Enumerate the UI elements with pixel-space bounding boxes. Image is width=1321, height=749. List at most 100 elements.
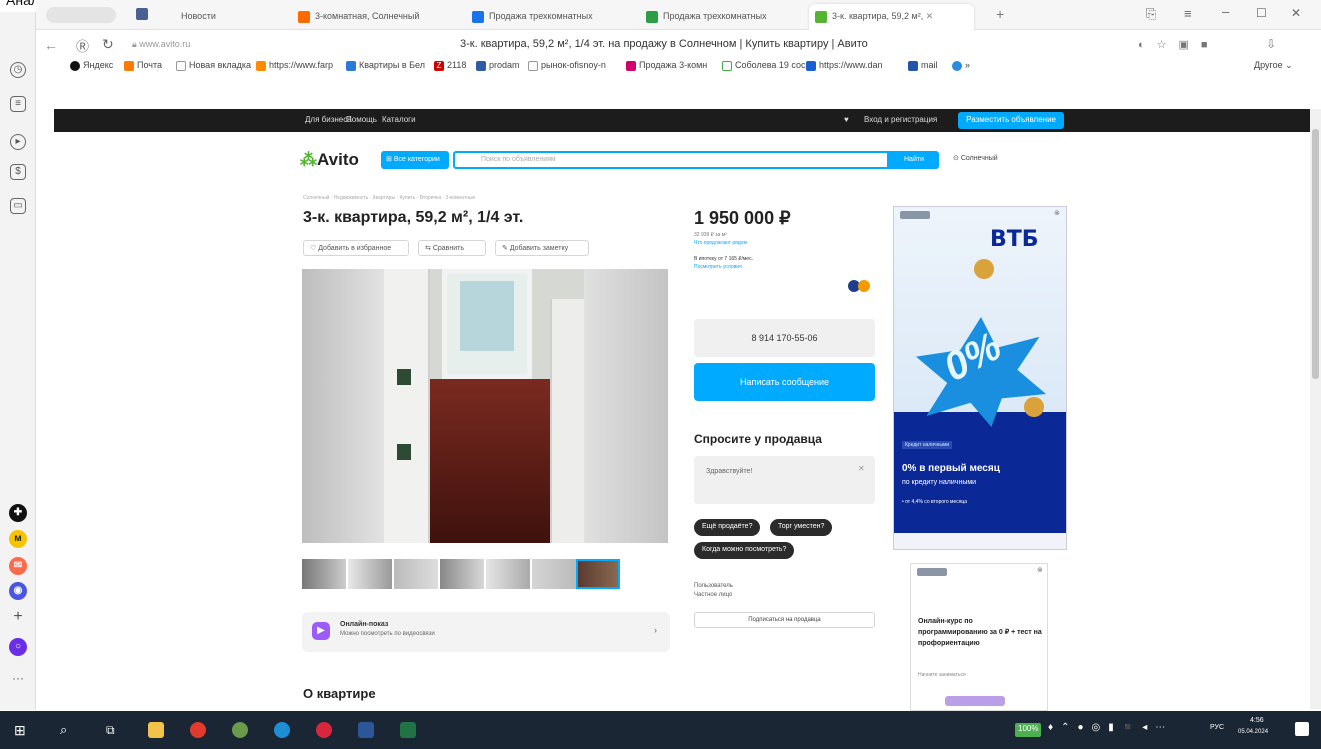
edge-icon[interactable] [274, 722, 290, 738]
search-input[interactable]: Поиск по объявлениям [453, 151, 889, 169]
extensions-icon[interactable]: ◐☆▣■ [1138, 38, 1220, 51]
course-ad-banner[interactable]: ⊗ Онлайн-курс по программированию за 0 ₽… [910, 563, 1048, 711]
bookmark-item[interactable]: mail [908, 60, 938, 71]
task-view-icon[interactable]: ⧉ [106, 722, 122, 738]
bookmark-item[interactable]: https://www.farp [256, 60, 333, 71]
gallery-icon[interactable]: ▭ [10, 198, 26, 214]
seller-name[interactable]: Частное лицо [694, 592, 732, 598]
word-icon[interactable] [358, 722, 374, 738]
bookmark-item[interactable]: » [952, 60, 970, 71]
all-categories-button[interactable]: ⊞ Все категории [381, 151, 449, 169]
excel-icon[interactable] [400, 722, 416, 738]
login-link[interactable]: Вход и регистрация [864, 115, 937, 124]
price-compare-link[interactable]: Что предлагают рядом [694, 240, 747, 246]
tab-listing-3[interactable]: Продажа трехкомнатных [646, 6, 806, 26]
quick-question-bargain[interactable]: Торг уместен? [770, 519, 833, 536]
maximize-icon[interactable]: ☐ [1256, 6, 1267, 20]
ad-close-icon[interactable]: ⊗ [1054, 209, 1060, 217]
add-icon[interactable]: + [10, 609, 26, 626]
zoom-indicator[interactable]: 100% [1015, 723, 1042, 737]
language-indicator[interactable]: РУС [1210, 724, 1224, 731]
window-close-icon[interactable]: ✕ [1291, 6, 1301, 20]
tab-news[interactable]: Новости [181, 6, 261, 26]
clear-icon[interactable]: ✕ [858, 464, 865, 473]
avito-logo[interactable]: ⁂Avito [300, 150, 359, 170]
explorer-icon[interactable] [148, 722, 164, 738]
bookmark-item[interactable]: Яндекс [70, 60, 113, 71]
reload-icon[interactable]: ↻ [102, 36, 114, 53]
url-field[interactable]: 🔒︎ www.avito.ru [132, 39, 190, 50]
topbar-business-link[interactable]: Для бизнеса [305, 115, 352, 124]
search-icon[interactable]: ⌕ [60, 722, 76, 738]
thumbnail[interactable] [440, 559, 484, 589]
scrollbar-thumb[interactable] [1312, 129, 1319, 379]
tray-icons[interactable]: ♦⌃●◎▮◾◂⋯ [1048, 722, 1173, 733]
topbar-help-link[interactable]: Помощь [346, 115, 377, 124]
quick-question-viewing[interactable]: Когда можно посмотреть? [694, 542, 795, 559]
bookmarks-other[interactable]: Другое ⌄ [1254, 60, 1293, 71]
online-showing-banner[interactable]: ▶ Онлайн-показ Можно посмотреть по видео… [302, 612, 670, 652]
thumbnail-active[interactable] [576, 559, 620, 589]
alice-icon[interactable]: ✚ [9, 504, 27, 522]
bookmark-item[interactable]: prodam [476, 60, 520, 71]
thumbnail[interactable] [486, 559, 530, 589]
new-tab-icon[interactable]: + [996, 6, 1004, 22]
bookmark-item[interactable]: Квартиры в Бел [346, 60, 425, 71]
bookmark-item[interactable]: Соболева 19 сос [722, 60, 806, 71]
mail-icon[interactable]: ✉ [9, 557, 27, 575]
app-icon[interactable] [316, 722, 332, 738]
compare-button[interactable]: ⇆ Сравнить [418, 240, 486, 256]
windows-start-icon[interactable]: ⊞ [14, 722, 30, 738]
clock-icon[interactable]: ◷ [10, 62, 26, 78]
location-link[interactable]: ⊙ Солнечный [953, 154, 998, 162]
tabs-icon[interactable] [136, 8, 148, 20]
bookmark-item[interactable]: Z 2118 [434, 60, 466, 71]
yandex-browser-icon[interactable] [190, 722, 206, 738]
vtb-ad-banner[interactable]: ⊗ ВТБ 0% Кредит наличными 0% в первый ме… [893, 206, 1067, 550]
page-scrollbar[interactable] [1310, 109, 1321, 709]
more-icon[interactable]: ··· [10, 672, 26, 688]
tab-listing-active[interactable]: 3-к. квартира, 59,2 м², ✕ [809, 4, 974, 30]
back-icon[interactable]: ← [44, 37, 58, 53]
bookmark-item[interactable]: Почта [124, 60, 162, 71]
assistant-icon[interactable]: ○ [9, 638, 27, 656]
minimize-icon[interactable]: – [1222, 4, 1229, 19]
close-icon[interactable]: ✕ [926, 11, 934, 21]
bookmark-item[interactable]: Продажа 3-комн [626, 60, 707, 71]
app-icon[interactable] [232, 722, 248, 738]
ask-seller-input[interactable]: Здравствуйте! ✕ [694, 456, 875, 504]
download-icon[interactable]: ⇩ [1266, 37, 1276, 51]
bookmark-item[interactable]: рынок-ofisnoy-n [528, 60, 606, 71]
add-to-favorites-button[interactable]: ♡ Добавить в избранное [303, 240, 409, 256]
market-icon[interactable]: м [9, 530, 27, 548]
yandex-icon[interactable]: Ⓡ [76, 36, 89, 55]
ad-close-icon[interactable]: ⊗ [1037, 566, 1043, 574]
thumbnail[interactable] [348, 559, 392, 589]
quick-question-still-selling[interactable]: Ещё продаёте? [694, 519, 761, 536]
tab-listing-1[interactable]: 3-комнатная, Солнечный [298, 6, 463, 26]
profile-switch[interactable] [46, 7, 116, 23]
notes-icon[interactable]: ≡ [10, 96, 26, 112]
menu-icon[interactable]: ≡ [1184, 6, 1192, 21]
main-photo[interactable] [302, 269, 668, 543]
thumbnail[interactable] [302, 559, 346, 589]
mortgage-link[interactable]: Посмотреть условия [694, 264, 742, 270]
thumbnail[interactable] [394, 559, 438, 589]
add-note-button[interactable]: ✎ Добавить заметку [495, 240, 589, 256]
topbar-catalog-link[interactable]: Каталоги [382, 115, 416, 124]
bookmark-item[interactable]: Новая вкладка [176, 60, 251, 71]
publish-button[interactable]: Разместить объявление [958, 112, 1064, 129]
thumbnail[interactable] [532, 559, 576, 589]
notifications-icon[interactable] [1295, 722, 1309, 736]
wallet-icon[interactable]: $ [10, 164, 26, 180]
bookmark-tab-icon[interactable]: ⎘ [1146, 6, 1156, 22]
search-button[interactable]: Найти [889, 151, 939, 169]
write-message-button[interactable]: Написать сообщение [694, 363, 875, 401]
tab-listing-2[interactable]: Продажа трехкомнатных [472, 6, 637, 26]
messenger-icon[interactable]: ◉ [9, 582, 27, 600]
favorites-icon[interactable]: ♥ [844, 115, 849, 124]
bookmark-item[interactable]: https://www.dan [806, 60, 883, 71]
breadcrumb[interactable]: Солнечный · Недвижимость · Квартиры · Ку… [303, 195, 475, 201]
subscribe-button[interactable]: Подписаться на продавца [694, 612, 875, 628]
show-phone-button[interactable]: 8 914 170-55-06 [694, 319, 875, 357]
